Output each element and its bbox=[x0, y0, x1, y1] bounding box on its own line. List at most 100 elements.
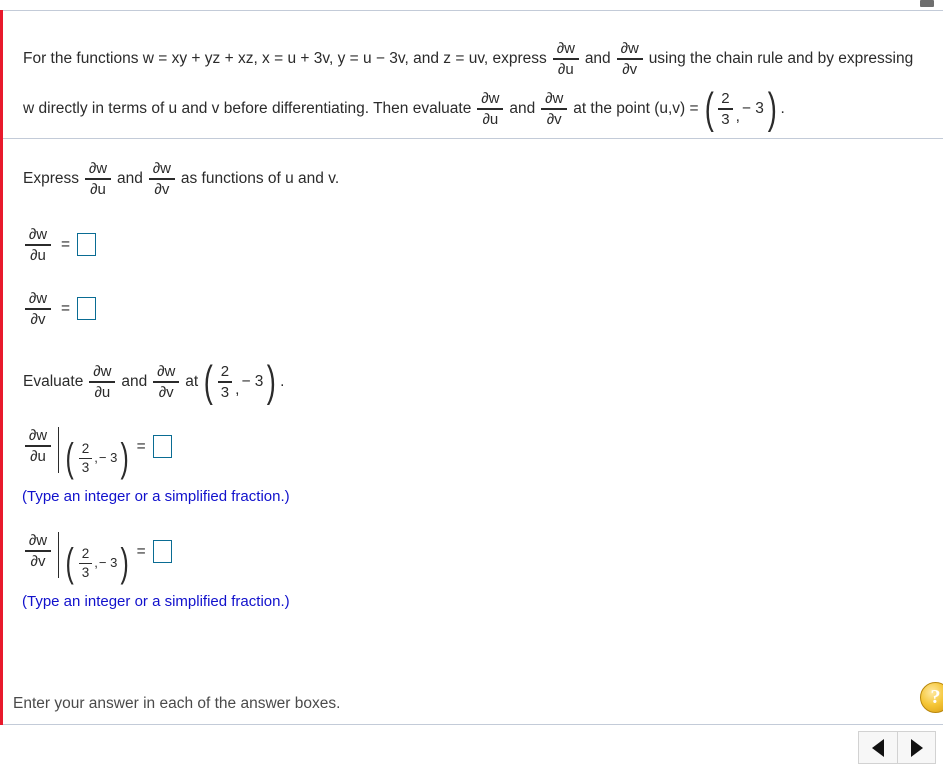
evaluate-row-dwdv-fraction: ∂w ∂v bbox=[25, 532, 51, 570]
point-comma: , bbox=[735, 107, 740, 125]
prompt-dwdu-fraction-1: ∂w ∂u bbox=[552, 40, 579, 78]
express-tail-text: as functions of u and v. bbox=[180, 170, 340, 188]
fraction-numerator: ∂w bbox=[28, 532, 48, 549]
evaluate-row-dwdu: ∂w ∂u ( 2 3 , − 3 ) = bbox=[20, 425, 174, 480]
fraction-numerator: ∂w bbox=[28, 290, 48, 307]
hint-dwdv-evaluated: (Type an integer or a simplified fractio… bbox=[22, 593, 290, 610]
fraction-denominator: 3 bbox=[721, 110, 730, 128]
express-dwdv-fraction: ∂w ∂v bbox=[148, 160, 175, 198]
fraction-numerator: ∂w bbox=[88, 160, 108, 177]
express-row-dwdv-fraction: ∂w ∂v bbox=[25, 290, 51, 328]
previous-button[interactable] bbox=[858, 731, 897, 764]
fraction-denominator: ∂v bbox=[30, 552, 46, 570]
evaluate-dwdv-fraction: ∂w ∂v bbox=[153, 363, 180, 401]
answer-input-dwdu-evaluated[interactable] bbox=[152, 435, 172, 458]
point-fraction: 2 3 bbox=[217, 363, 233, 401]
evaluate-dwdu-fraction: ∂w ∂u bbox=[89, 363, 116, 401]
prompt-line-2-text-b: at the point (u,v) = bbox=[573, 100, 699, 118]
left-paren: ( bbox=[704, 84, 714, 134]
help-icon[interactable]: ? bbox=[920, 682, 943, 713]
point-second-value: − 3 bbox=[98, 450, 118, 466]
prompt-line-1-text-a: For the functions w = xy + yz + xz, x = … bbox=[23, 50, 547, 68]
fraction-bar bbox=[89, 381, 116, 383]
right-paren: ) bbox=[120, 435, 130, 480]
fraction-numerator: ∂w bbox=[481, 90, 500, 107]
prompt-line-1: For the functions w = xy + yz + xz, x = … bbox=[22, 40, 914, 78]
evaluate-and-text: and bbox=[121, 373, 148, 391]
answer-input-dwdu[interactable] bbox=[77, 233, 97, 257]
next-button[interactable] bbox=[897, 731, 936, 764]
equals-sign: = bbox=[61, 300, 71, 318]
prompt-point-value: ( 2 3 , − 3 ) bbox=[702, 84, 780, 134]
point-fraction: 2 3 bbox=[718, 90, 733, 128]
fraction-bar bbox=[148, 178, 175, 180]
fraction-bar bbox=[25, 244, 51, 246]
prompt-line-1-text-b: using the chain rule and by expressing bbox=[648, 50, 914, 68]
left-paren: ( bbox=[65, 435, 75, 480]
right-paren: ) bbox=[767, 84, 777, 134]
fraction-bar bbox=[477, 108, 504, 110]
fraction-numerator: ∂w bbox=[620, 40, 639, 57]
fraction-numerator: ∂w bbox=[556, 40, 575, 57]
evaluation-vertical-bar bbox=[58, 532, 60, 578]
arrow-right-icon bbox=[910, 738, 923, 757]
fraction-denominator: 3 bbox=[81, 564, 90, 580]
right-paren: ) bbox=[120, 540, 130, 585]
navigation-bar bbox=[858, 731, 936, 764]
fraction-denominator: ∂u bbox=[557, 60, 574, 78]
prompt-line-2-and: and bbox=[509, 100, 536, 118]
evaluate-lead-text: Evaluate bbox=[23, 373, 84, 391]
fraction-numerator: 2 bbox=[220, 363, 230, 380]
fraction-numerator: ∂w bbox=[93, 363, 112, 380]
answer-input-dwdv-evaluated[interactable] bbox=[152, 540, 172, 563]
fraction-bar bbox=[78, 562, 93, 564]
fraction-denominator: ∂u bbox=[94, 383, 111, 401]
fraction-numerator: 2 bbox=[81, 546, 90, 561]
point-comma: , bbox=[235, 380, 240, 398]
status-text: Enter your answer in each of the answer … bbox=[13, 695, 341, 712]
prompt-dwdv-fraction-2: ∂w ∂v bbox=[541, 90, 568, 128]
point-second-value: − 3 bbox=[98, 555, 118, 571]
divider-top bbox=[3, 10, 943, 11]
fraction-numerator: ∂w bbox=[152, 160, 171, 177]
divider-below-prompt bbox=[3, 138, 943, 139]
fraction-denominator: ∂u bbox=[30, 447, 46, 465]
fraction-denominator: ∂v bbox=[30, 310, 46, 328]
equals-sign: = bbox=[136, 438, 146, 455]
express-instruction: Express ∂w ∂u and ∂w ∂v as functions of … bbox=[22, 160, 340, 198]
fraction-bar bbox=[25, 445, 51, 447]
top-scrollbar[interactable] bbox=[0, 0, 943, 9]
fraction-bar bbox=[25, 550, 51, 552]
evaluate-bar-group-dwdv: ∂w ∂v ( 2 3 , − 3 ) bbox=[20, 530, 132, 585]
evaluate-instruction: Evaluate ∂w ∂u and ∂w ∂v at ( 2 3 , − 3 … bbox=[22, 357, 285, 407]
point-second-value: − 3 bbox=[241, 373, 264, 391]
evaluate-row-dwdv: ∂w ∂v ( 2 3 , − 3 ) = bbox=[20, 530, 174, 585]
fraction-denominator: ∂u bbox=[90, 180, 106, 198]
fraction-bar bbox=[78, 457, 93, 459]
prompt-dwdu-fraction-2: ∂w ∂u bbox=[477, 90, 504, 128]
fraction-numerator: ∂w bbox=[28, 427, 48, 444]
fraction-denominator: ∂v bbox=[622, 60, 638, 78]
fraction-denominator: ∂v bbox=[154, 180, 170, 198]
fraction-bar bbox=[616, 58, 643, 60]
fraction-denominator: ∂v bbox=[546, 110, 562, 128]
fraction-bar bbox=[25, 308, 51, 310]
fraction-denominator: ∂u bbox=[482, 110, 499, 128]
fraction-denominator: ∂v bbox=[158, 383, 174, 401]
fraction-denominator: 3 bbox=[220, 383, 230, 401]
fraction-bar bbox=[541, 108, 568, 110]
right-paren: ) bbox=[267, 357, 277, 407]
fraction-numerator: ∂w bbox=[545, 90, 564, 107]
evaluate-period: . bbox=[280, 373, 285, 391]
point-fraction: 2 3 bbox=[78, 546, 93, 580]
evaluate-point-value: ( 2 3 , − 3 ) bbox=[201, 357, 279, 407]
point-fraction: 2 3 bbox=[78, 441, 93, 475]
fraction-numerator: ∂w bbox=[157, 363, 176, 380]
answer-input-dwdv[interactable] bbox=[77, 297, 97, 321]
prompt-line-2: w directly in terms of u and v before di… bbox=[22, 84, 786, 134]
fraction-numerator: ∂w bbox=[28, 226, 48, 243]
scrollbar-thumb[interactable] bbox=[920, 0, 934, 7]
fraction-denominator: 3 bbox=[81, 459, 90, 475]
evaluate-row-dwdu-fraction: ∂w ∂u bbox=[25, 427, 51, 465]
evaluation-subscript-point: ( 2 3 , − 3 ) bbox=[63, 435, 131, 480]
